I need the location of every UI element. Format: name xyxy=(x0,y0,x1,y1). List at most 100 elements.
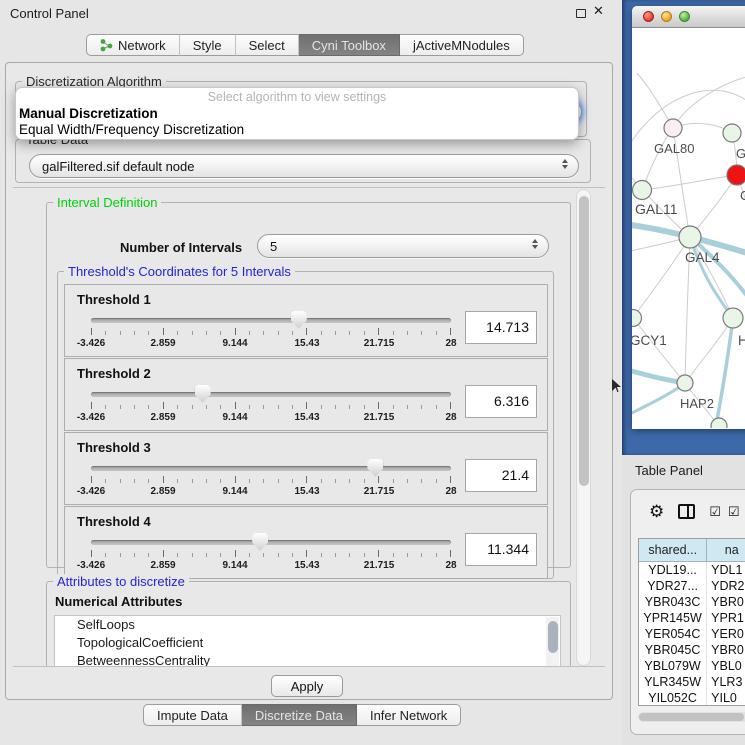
network-edge[interactable] xyxy=(642,128,673,190)
threshold-value-field[interactable]: 11.344 xyxy=(465,533,537,566)
threshold-box: Threshold 4 -3.4262.8599.14415.4321.7152… xyxy=(64,506,548,579)
slider-track[interactable] xyxy=(91,392,451,397)
tab-impute-data[interactable]: Impute Data xyxy=(143,704,242,726)
tab-style[interactable]: Style xyxy=(180,34,236,56)
network-node[interactable] xyxy=(677,375,693,391)
attribute-item[interactable]: BetweennessCentrality xyxy=(55,652,560,667)
threshold-label: Threshold 4 xyxy=(65,507,547,529)
network-node[interactable] xyxy=(632,310,642,327)
dropdown-option-equal-width-frequency[interactable]: Equal Width/Frequency Discretization xyxy=(16,122,578,138)
slider-track[interactable] xyxy=(91,466,451,471)
column-header-name[interactable]: na xyxy=(707,539,745,562)
tick-label: 21.715 xyxy=(364,412,395,423)
table-row[interactable]: YPR145W YPR1 xyxy=(639,610,745,626)
checkbox-icon[interactable]: ☑ xyxy=(709,505,722,518)
tick-label: 2.859 xyxy=(150,486,175,497)
threshold-label: Threshold 2 xyxy=(65,359,547,381)
column-header-shared-name[interactable]: shared... xyxy=(639,539,707,562)
table-row[interactable]: YBL079W YBL0 xyxy=(639,658,745,674)
network-node[interactable] xyxy=(711,418,727,428)
slider-tick-labels: -3.4262.8599.14415.4321.71528 xyxy=(91,412,451,424)
network-node[interactable] xyxy=(633,181,652,200)
table-row[interactable]: YER054C YER0 xyxy=(639,626,745,642)
vertical-scrollbar[interactable] xyxy=(576,189,591,666)
tick-label: 28 xyxy=(445,560,456,571)
network-edge[interactable] xyxy=(690,175,737,237)
tick-label: 9.144 xyxy=(222,412,247,423)
threshold-label: Threshold 3 xyxy=(65,433,547,455)
threshold-value-field[interactable]: 6.316 xyxy=(465,385,537,418)
network-edge[interactable] xyxy=(673,76,745,128)
network-edge[interactable] xyxy=(642,175,737,190)
network-node[interactable] xyxy=(723,308,743,328)
slider-handle[interactable] xyxy=(252,533,268,551)
table-row[interactable]: YIL052C YIL0 xyxy=(639,690,745,706)
threshold-slider[interactable]: -3.4262.8599.14415.4321.71528 xyxy=(91,533,451,575)
tick-label: -3.426 xyxy=(77,412,105,423)
slider-ticks xyxy=(91,402,451,410)
table-row[interactable]: YDR27... YDR2 xyxy=(639,578,745,594)
tab-jactivemnodules[interactable]: jActiveMNodules xyxy=(400,34,524,56)
threshold-slider[interactable]: -3.4262.8599.14415.4321.71528 xyxy=(91,311,451,353)
attribute-item[interactable]: SelfLoops xyxy=(55,616,560,634)
tick-label: 21.715 xyxy=(364,338,395,349)
network-edge[interactable] xyxy=(637,73,673,128)
network-edge[interactable] xyxy=(632,383,685,418)
table-row[interactable]: YBR043C YBR0 xyxy=(639,594,745,610)
network-edge[interactable] xyxy=(633,237,690,318)
table-data-group: Table Data galFiltered.sif default node xyxy=(15,139,591,183)
number-of-intervals-combo[interactable]: 5 xyxy=(257,234,549,258)
float-icon[interactable] xyxy=(576,9,586,18)
threshold-value-field[interactable]: 21.4 xyxy=(465,459,537,492)
network-edge[interactable] xyxy=(716,318,733,426)
threshold-value-field[interactable]: 14.713 xyxy=(465,311,537,344)
slider-handle[interactable] xyxy=(195,385,211,403)
zoom-traffic-light[interactable] xyxy=(679,11,690,22)
split-columns-icon[interactable] xyxy=(678,504,695,519)
slider-tick-labels: -3.4262.8599.14415.4321.71528 xyxy=(91,338,451,350)
gear-icon[interactable]: ⚙ xyxy=(649,503,664,520)
combo-arrows-icon xyxy=(532,239,538,249)
slider-track[interactable] xyxy=(91,318,451,323)
network-canvas[interactable]: GAL80GACGAL11GAL4GCY1HHAP2 xyxy=(632,28,745,428)
tick-label: 15.43 xyxy=(294,412,319,423)
tick-label: 15.43 xyxy=(294,560,319,571)
minimize-traffic-light[interactable] xyxy=(661,11,672,22)
attributes-group-title: Attributes to discretize xyxy=(53,574,189,589)
tab-infer-network[interactable]: Infer Network xyxy=(357,704,461,726)
tab-network[interactable]: Network xyxy=(86,34,180,56)
threshold-slider[interactable]: -3.4262.8599.14415.4321.71528 xyxy=(91,385,451,427)
network-node[interactable] xyxy=(664,119,682,137)
network-node[interactable] xyxy=(723,124,741,142)
slider-track[interactable] xyxy=(91,540,451,545)
slider-ticks xyxy=(91,476,451,484)
table-row[interactable]: YBR045C YBR0 xyxy=(639,642,745,658)
slider-handle[interactable] xyxy=(291,311,307,329)
node-label: GCY1 xyxy=(632,333,667,348)
algorithm-dropdown: Select algorithm to view settings Manual… xyxy=(15,87,579,140)
tab-select[interactable]: Select xyxy=(236,34,299,56)
network-window-titlebar[interactable] xyxy=(632,6,745,28)
tick-label: -3.426 xyxy=(77,338,105,349)
table-row[interactable]: YDL19... YDL1 xyxy=(639,562,745,578)
tab-discretize-data[interactable]: Discretize Data xyxy=(242,704,357,726)
list-scrollbar[interactable] xyxy=(546,617,559,667)
network-node[interactable] xyxy=(727,165,745,185)
tick-label: 28 xyxy=(445,338,456,349)
apply-button[interactable]: Apply xyxy=(271,675,343,697)
table-data-combo[interactable]: galFiltered.sif default node xyxy=(29,154,579,178)
tab-cyni-toolbox[interactable]: Cyni Toolbox xyxy=(299,34,400,56)
horizontal-scrollbar[interactable] xyxy=(638,712,745,722)
tick-label: 21.715 xyxy=(364,486,395,497)
threshold-slider[interactable]: -3.4262.8599.14415.4321.71528 xyxy=(91,459,451,501)
checkbox-icon[interactable]: ☑ xyxy=(728,505,741,518)
node-table: shared... na YDL19... YDL1 YDR27... YDR2… xyxy=(638,538,745,706)
network-node[interactable] xyxy=(679,226,701,248)
close-traffic-light[interactable] xyxy=(643,11,654,22)
attribute-item[interactable]: TopologicalCoefficient xyxy=(55,634,560,652)
slider-handle[interactable] xyxy=(367,459,383,477)
table-toolbar: ⚙ ☑ ☑ xyxy=(631,496,745,526)
table-row[interactable]: YLR345W YLR3 xyxy=(639,674,745,690)
close-icon[interactable]: ✕ xyxy=(593,3,604,19)
dropdown-option-manual-discretization[interactable]: Manual Discretization xyxy=(16,106,578,122)
